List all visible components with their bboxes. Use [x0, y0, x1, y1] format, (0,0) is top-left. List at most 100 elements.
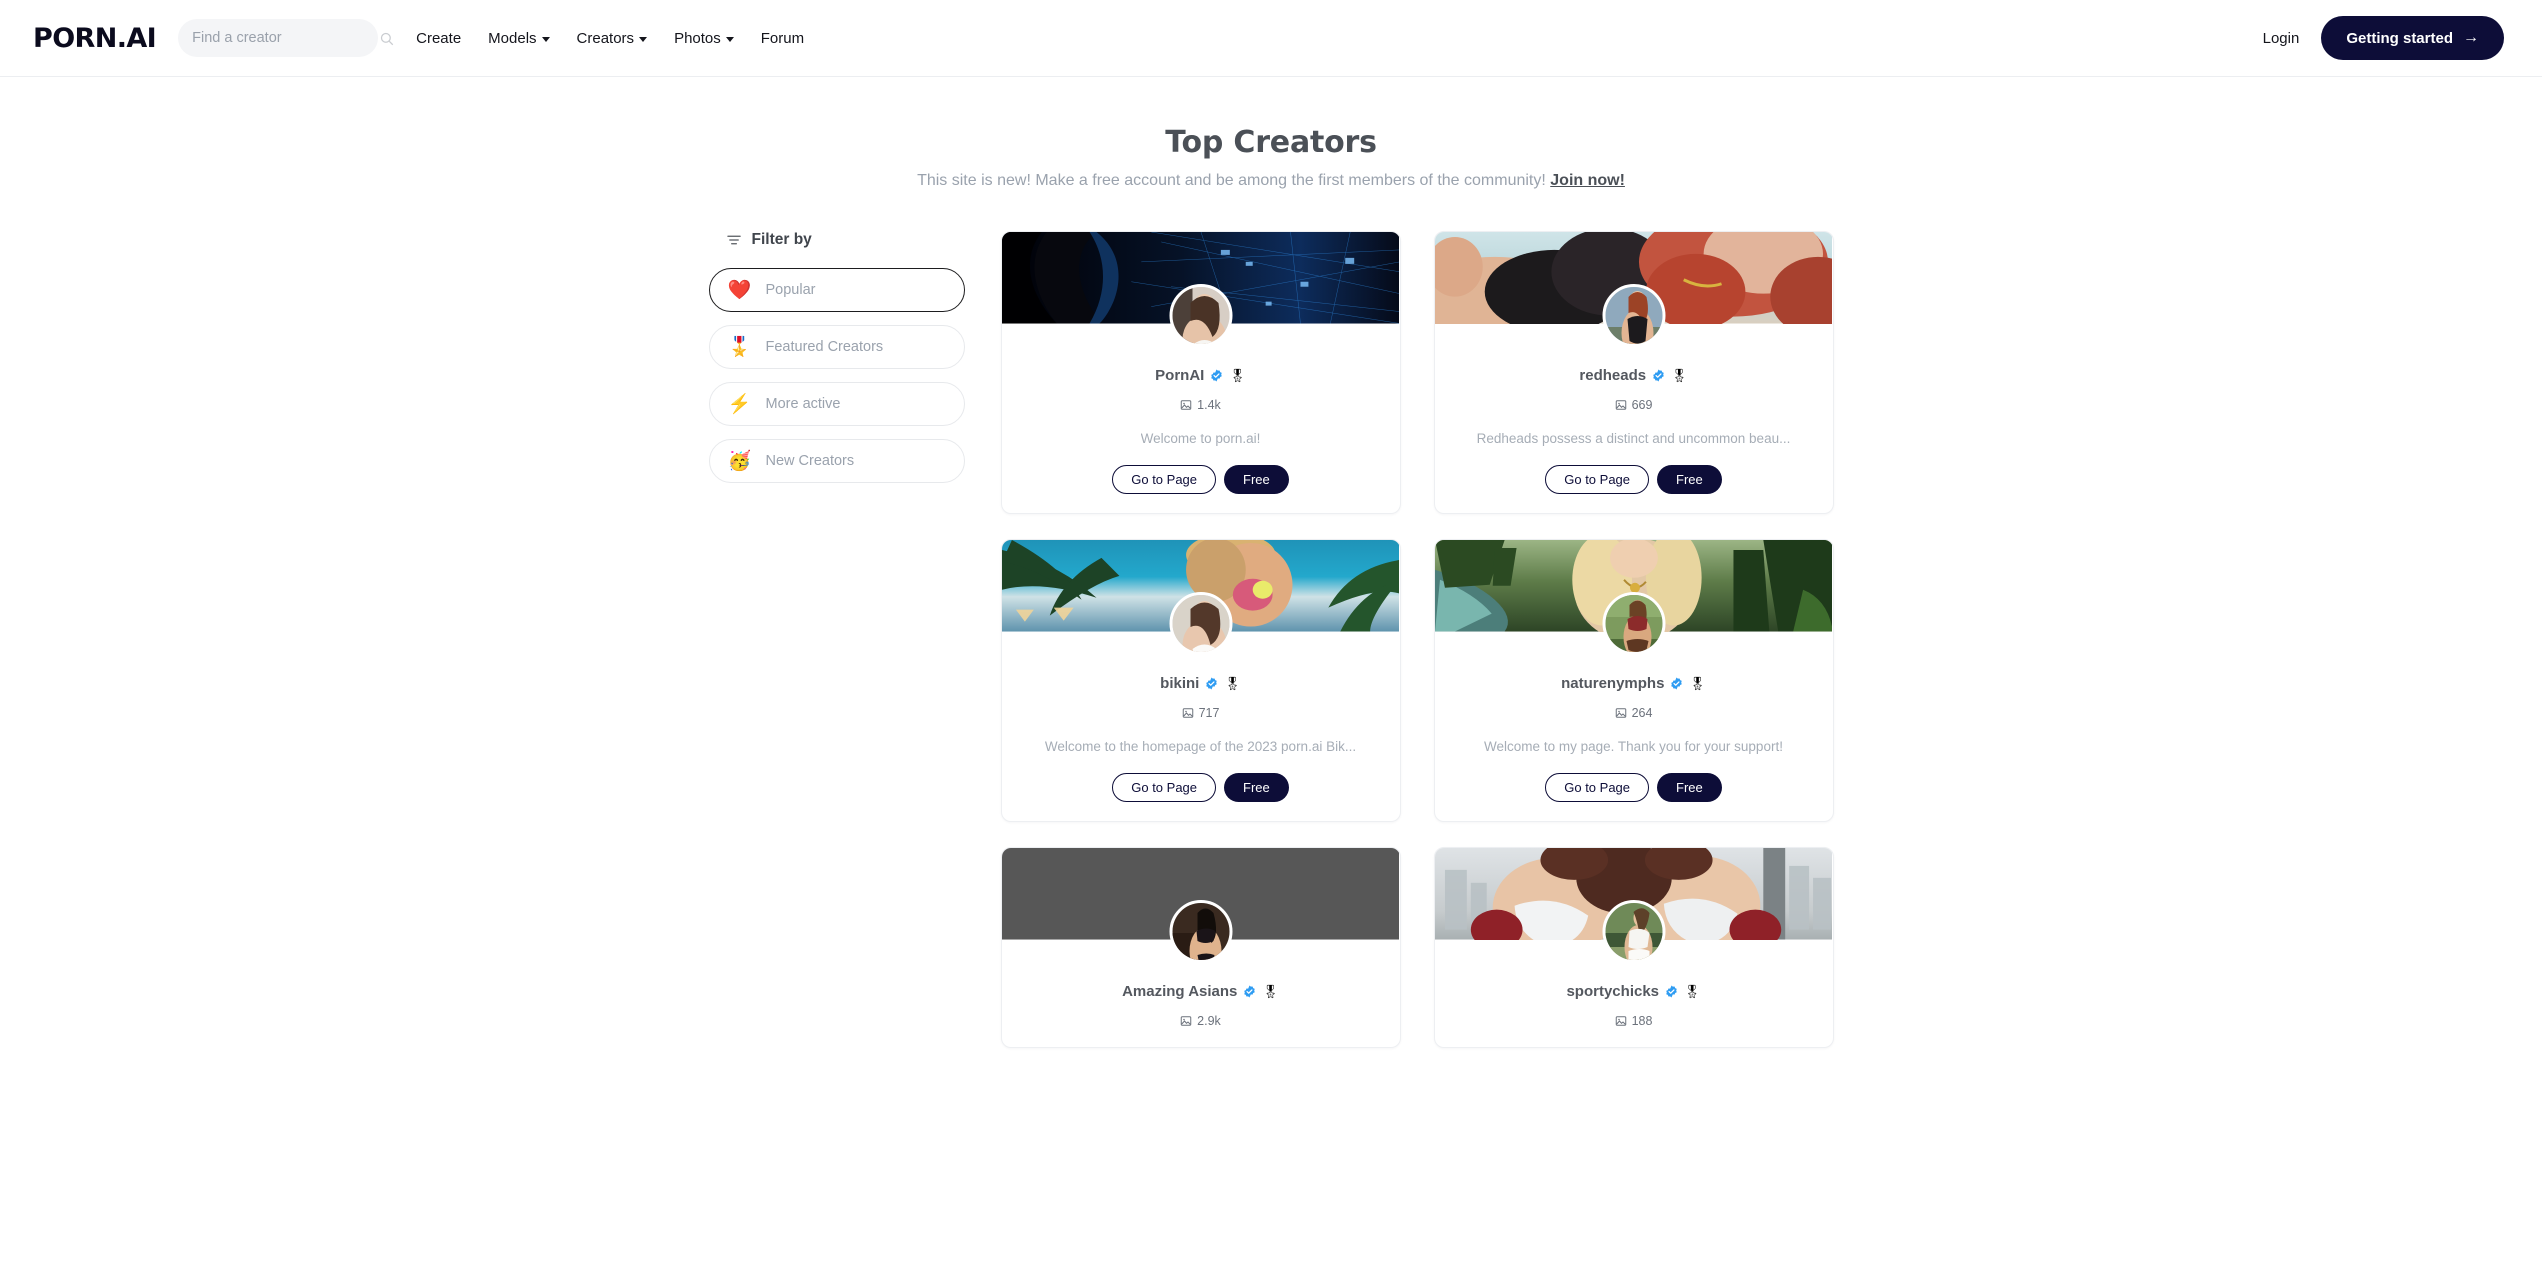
filter-option-popular[interactable]: ❤️ Popular: [708, 268, 965, 312]
nav-item-photos[interactable]: Photos: [674, 30, 734, 47]
creator-name-row: naturenymphs 🎖: [1561, 675, 1706, 692]
filter-option-more-active[interactable]: ⚡ More active: [708, 382, 965, 426]
creator-card[interactable]: Amazing Asians 🎖 2.9k: [1000, 847, 1401, 1048]
image-icon: [1615, 1016, 1626, 1026]
free-button[interactable]: Free: [1224, 773, 1289, 802]
free-button[interactable]: Free: [1657, 465, 1722, 494]
creator-card[interactable]: redheads 🎖 669 Redheads possess a distin…: [1433, 231, 1834, 514]
creator-name-row: bikini 🎖: [1160, 675, 1241, 692]
verified-badge-icon: [1666, 985, 1677, 998]
creator-card[interactable]: naturenymphs 🎖 264 Welcome to my page. T…: [1433, 539, 1834, 822]
getting-started-button[interactable]: Getting started →: [2321, 16, 2504, 60]
avatar[interactable]: [1169, 900, 1232, 963]
photo-count: 188: [1615, 1014, 1653, 1028]
avatar[interactable]: [1169, 592, 1232, 655]
free-button[interactable]: Free: [1657, 773, 1722, 802]
avatar[interactable]: [1169, 284, 1232, 347]
featured-medal-icon: 🎖: [1684, 984, 1701, 999]
nav-label-creators: Creators: [576, 29, 635, 47]
photo-count-value: 1.4k: [1197, 398, 1221, 412]
page-title: Top Creators: [1165, 125, 1377, 160]
creator-name: bikini: [1160, 675, 1200, 692]
go-to-page-button[interactable]: Go to Page: [1545, 773, 1650, 802]
nav-label-models: Models: [488, 29, 537, 47]
photo-count: 669: [1615, 398, 1652, 412]
chevron-down-icon: [541, 36, 550, 42]
arrow-right-icon: →: [2463, 29, 2479, 46]
verified-badge-icon: [1206, 677, 1218, 690]
image-icon: [1180, 1016, 1192, 1026]
nav-label-create: Create: [416, 29, 462, 47]
page-content: Filter by ❤️ Popular 🎖️ Featured Creator…: [0, 231, 2542, 1048]
nav-item-forum[interactable]: Forum: [761, 30, 804, 47]
page-subtitle-text: This site is new! Make a free account an…: [917, 172, 1546, 189]
verified-badge-icon: [1671, 677, 1683, 690]
photo-count: 1.4k: [1180, 398, 1221, 412]
avatar[interactable]: [1602, 284, 1665, 347]
avatar[interactable]: [1602, 592, 1665, 655]
chevron-down-icon: [725, 36, 734, 42]
featured-medal-icon: 🎖: [1224, 676, 1241, 691]
creator-description: Welcome to my page. Thank you for your s…: [1484, 739, 1783, 754]
image-icon: [1180, 400, 1192, 410]
featured-medal-icon: 🎖: [1671, 368, 1688, 383]
new-creators-emoji-icon: 🥳: [727, 450, 752, 472]
creator-name-row: PornAI 🎖: [1155, 367, 1246, 384]
creator-name: sportychicks: [1566, 983, 1660, 1000]
filter-label-featured-creators: Featured Creators: [765, 339, 884, 355]
main-nav: Create Models Creators Photos Forum: [416, 30, 804, 47]
medal-emoji-icon: 🎖️: [727, 336, 752, 358]
creator-card-body: redheads 🎖 669 Redheads possess a distin…: [1435, 324, 1833, 513]
go-to-page-button[interactable]: Go to Page: [1545, 465, 1650, 494]
heart-emoji-icon: ❤️: [727, 279, 752, 301]
search-box[interactable]: [178, 19, 394, 57]
creator-card[interactable]: PornAI 🎖 1.4k Welcome to porn.ai! Go to …: [1000, 231, 1401, 514]
filter-heading: Filter by: [751, 231, 812, 248]
header-actions: Login Getting started →: [2263, 16, 2504, 60]
photo-count-value: 264: [1631, 706, 1653, 720]
featured-medal-icon: 🎖: [1229, 368, 1246, 383]
page-subtitle: This site is new! Make a free account an…: [0, 172, 2542, 190]
site-header: PORN.AI Create Models Creators Photos Fo…: [0, 0, 2542, 77]
filter-header: Filter by: [726, 231, 965, 249]
go-to-page-button[interactable]: Go to Page: [1112, 773, 1217, 802]
search-input[interactable]: [192, 30, 380, 46]
creator-name: naturenymphs: [1561, 675, 1665, 692]
creator-card-body: naturenymphs 🎖 264 Welcome to my page. T…: [1435, 632, 1833, 821]
creator-name: PornAI: [1155, 367, 1205, 384]
creator-description: Redheads possess a distinct and uncommon…: [1476, 431, 1791, 446]
avatar[interactable]: [1602, 900, 1665, 963]
photo-count: 717: [1182, 706, 1219, 720]
chevron-down-icon: [639, 36, 648, 42]
verified-badge-icon: [1211, 369, 1223, 382]
nav-item-creators[interactable]: Creators: [577, 30, 648, 47]
filter-option-featured-creators[interactable]: 🎖️ Featured Creators: [708, 325, 965, 369]
filter-label-new-creators: New Creators: [765, 453, 855, 469]
creator-card-actions: Go to Page Free: [1545, 465, 1722, 494]
image-icon: [1615, 400, 1626, 410]
creator-name-row: sportychicks 🎖: [1566, 983, 1700, 1000]
creator-card[interactable]: sportychicks 🎖 188: [1433, 847, 1834, 1048]
filter-label-popular: Popular: [765, 282, 816, 298]
site-logo[interactable]: PORN.AI: [33, 23, 157, 54]
nav-item-models[interactable]: Models: [488, 29, 550, 47]
featured-medal-icon: 🎖: [1689, 676, 1706, 691]
creator-description: Welcome to porn.ai!: [1140, 431, 1261, 446]
go-to-page-button[interactable]: Go to Page: [1112, 465, 1217, 494]
free-button[interactable]: Free: [1224, 465, 1289, 494]
creator-card-actions: Go to Page Free: [1545, 773, 1722, 802]
login-link[interactable]: Login: [2263, 30, 2300, 47]
creator-card[interactable]: bikini 🎖 717 Welcome to the homepage of …: [1000, 539, 1401, 822]
filter-sidebar: Filter by ❤️ Popular 🎖️ Featured Creator…: [708, 231, 965, 1048]
creator-card-body: PornAI 🎖 1.4k Welcome to porn.ai! Go to …: [1002, 324, 1400, 513]
photo-count-value: 188: [1631, 1014, 1653, 1028]
creator-card-actions: Go to Page Free: [1112, 465, 1289, 494]
filter-option-new-creators[interactable]: 🥳 New Creators: [708, 439, 965, 483]
creator-card-actions: Go to Page Free: [1112, 773, 1289, 802]
nav-item-create[interactable]: Create: [416, 30, 461, 47]
image-icon: [1182, 708, 1193, 718]
join-now-link[interactable]: Join now!: [1550, 172, 1625, 189]
photo-count: 2.9k: [1180, 1014, 1221, 1028]
photo-count-value: 2.9k: [1197, 1014, 1221, 1028]
search-icon: [381, 32, 394, 45]
